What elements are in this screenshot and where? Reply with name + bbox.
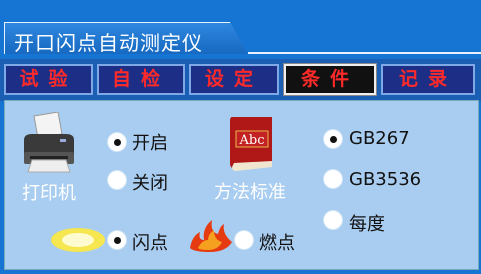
- printer-icon: [24, 112, 74, 173]
- method-gb267-radio[interactable]: [323, 129, 343, 149]
- method-perdegree-label: 每度: [349, 214, 385, 235]
- app-window: 开口闪点自动测定仪 试验 自检 设定 条件 记录 打印机 开启 关闭 Abc 方…: [0, 0, 481, 274]
- fire-point-radio[interactable]: [234, 230, 254, 250]
- title-underline: [248, 52, 481, 54]
- printer-label: 打印机: [22, 183, 76, 204]
- book-icon-text: Abc: [239, 133, 265, 148]
- printer-on-label: 开启: [132, 133, 168, 154]
- tab-records[interactable]: 记录: [381, 64, 475, 95]
- book-icon: Abc: [230, 117, 272, 171]
- printer-off-radio[interactable]: [107, 170, 127, 190]
- tab-conditions[interactable]: 条件: [283, 63, 377, 96]
- tab-test[interactable]: 试验: [4, 64, 93, 95]
- flash-point-radio[interactable]: [107, 230, 127, 250]
- printer-off-label: 关闭: [132, 173, 168, 194]
- flash-icon: [51, 228, 105, 252]
- method-gb267-label: GB267: [349, 128, 410, 149]
- fire-icon: [190, 220, 232, 252]
- fire-point-label: 燃点: [259, 233, 295, 254]
- printer-on-radio[interactable]: [107, 132, 127, 152]
- tab-settings[interactable]: 设定: [189, 64, 279, 95]
- tab-selfcheck[interactable]: 自检: [97, 64, 185, 95]
- method-gb3536-radio[interactable]: [323, 169, 343, 189]
- method-gb3536-label: GB3536: [349, 169, 422, 190]
- method-label: 方法标准: [214, 182, 286, 203]
- flash-point-label: 闪点: [132, 233, 168, 254]
- method-perdegree-radio[interactable]: [323, 210, 343, 230]
- app-title: 开口闪点自动测定仪: [14, 31, 203, 55]
